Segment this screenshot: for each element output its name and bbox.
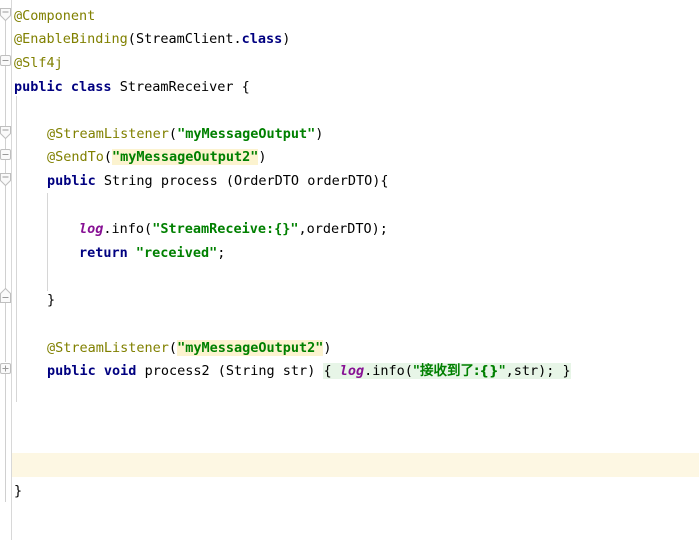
paren-close: ) — [315, 126, 324, 142]
paren-open: ( — [168, 340, 178, 356]
method-name-token: process — [160, 173, 218, 189]
code-line[interactable]: @Slf4j — [14, 54, 63, 73]
code-line[interactable]: public void process2 (String str) { log.… — [47, 362, 571, 381]
brace-close: } — [14, 483, 23, 499]
static-field-token: log — [79, 221, 104, 237]
keyword-token: class — [241, 31, 283, 47]
semicolon: ; — [217, 245, 226, 261]
dot: . — [233, 31, 242, 47]
code-line[interactable]: } — [14, 482, 22, 501]
string-literal: "StreamReceive:{}" — [152, 221, 299, 237]
fold-marker-expand-process2[interactable] — [0, 363, 11, 374]
string-literal-cjk: "接收到了:{}" — [412, 363, 506, 379]
code-line[interactable]: @EnableBinding(StreamClient.class) — [14, 30, 290, 49]
code-line[interactable]: } — [47, 291, 55, 310]
annotation-token: @SendTo — [47, 149, 104, 165]
paren-open: ( — [217, 173, 235, 189]
annotation-token: @Component — [14, 8, 96, 24]
keyword-token: public — [47, 363, 96, 379]
code-line[interactable]: public class StreamReceiver { — [14, 78, 250, 97]
annotation-token: @StreamListener — [47, 340, 169, 356]
comma: , — [298, 221, 307, 237]
editor-gutter[interactable] — [0, 0, 12, 540]
keyword-token: class — [70, 79, 112, 95]
fold-rail — [5, 300, 6, 362]
code-line[interactable]: public String process (OrderDTO orderDTO… — [47, 172, 388, 191]
code-line[interactable]: @Component — [14, 7, 95, 26]
fold-marker-end-method[interactable] — [0, 288, 11, 303]
annotation-token: @Slf4j — [14, 55, 63, 71]
param-type-token: String — [225, 363, 275, 379]
fold-marker-collapse-slf4j[interactable] — [0, 55, 11, 66]
fold-marker-collapse-class[interactable] — [0, 8, 11, 22]
keyword-token: public — [14, 79, 63, 95]
code-text-layer[interactable]: @Component @EnableBinding(StreamClient.c… — [12, 0, 699, 540]
string-literal: "received" — [135, 245, 218, 261]
fold-marker-collapse-method[interactable] — [0, 173, 11, 187]
string-literal: "myMessageOutput" — [177, 126, 316, 142]
fold-marker-collapse-sendto[interactable] — [0, 149, 11, 160]
code-editor[interactable]: @Component @EnableBinding(StreamClient.c… — [0, 0, 699, 540]
brace-open: { — [323, 363, 340, 379]
method-call-token: info — [372, 363, 405, 379]
comma: , — [505, 363, 514, 379]
fold-rail — [5, 374, 6, 502]
brace-open: { — [233, 79, 250, 95]
paren-close: ) — [323, 340, 332, 356]
annotation-token: @EnableBinding — [14, 31, 128, 47]
static-field-token: log — [339, 363, 365, 379]
keyword-token: public — [47, 173, 96, 189]
paren-open: ( — [209, 363, 226, 379]
paren-close: ) — [282, 31, 291, 47]
paren-open: ( — [127, 31, 136, 47]
statement-end: ); — [538, 363, 563, 379]
dot: . — [103, 221, 112, 237]
type-token: StreamClient — [135, 31, 234, 47]
statement-end: ); — [371, 221, 388, 237]
brace-close: } — [562, 363, 571, 379]
param-name-token: str — [282, 363, 308, 379]
param-name-token: orderDTO — [307, 173, 373, 189]
method-name-token: process2 — [144, 363, 210, 379]
brace-open: ){ — [372, 173, 389, 189]
code-line[interactable]: @SendTo("myMessageOutput2") — [47, 148, 267, 167]
code-line[interactable]: log.info("StreamReceive:{}",orderDTO); — [79, 220, 388, 239]
code-line[interactable]: @StreamListener("myMessageOutput2") — [47, 339, 332, 358]
indent-guide — [47, 193, 48, 291]
indent-guide — [16, 96, 17, 402]
fold-marker-collapse-streamlistener[interactable] — [0, 126, 11, 140]
folded-code-region[interactable]: { log.info("接收到了:{}",str); } — [323, 363, 571, 379]
string-literal-highlighted: "myMessageOutput2" — [112, 149, 259, 165]
annotation-token: @StreamListener — [47, 126, 169, 142]
code-line[interactable]: @StreamListener("myMessageOutput") — [47, 125, 323, 144]
string-literal-highlighted: "myMessageOutput2" — [177, 340, 324, 356]
keyword-token: void — [103, 363, 137, 379]
fold-rail — [5, 184, 6, 292]
param-type-token: OrderDTO — [234, 173, 300, 189]
type-token: String — [103, 173, 153, 189]
paren-open: ( — [144, 221, 153, 237]
paren-open: ( — [168, 126, 178, 142]
arg-token: orderDTO — [306, 221, 372, 237]
brace-close: } — [47, 292, 56, 308]
method-call-token: info — [111, 221, 145, 237]
paren-open: ( — [103, 149, 113, 165]
class-name-token: StreamReceiver — [119, 79, 234, 95]
code-line[interactable]: return "received"; — [79, 244, 225, 263]
paren-close: ) — [258, 149, 267, 165]
paren-open: ( — [404, 363, 413, 379]
keyword-token: return — [79, 245, 128, 261]
arg-token: str — [513, 363, 539, 379]
